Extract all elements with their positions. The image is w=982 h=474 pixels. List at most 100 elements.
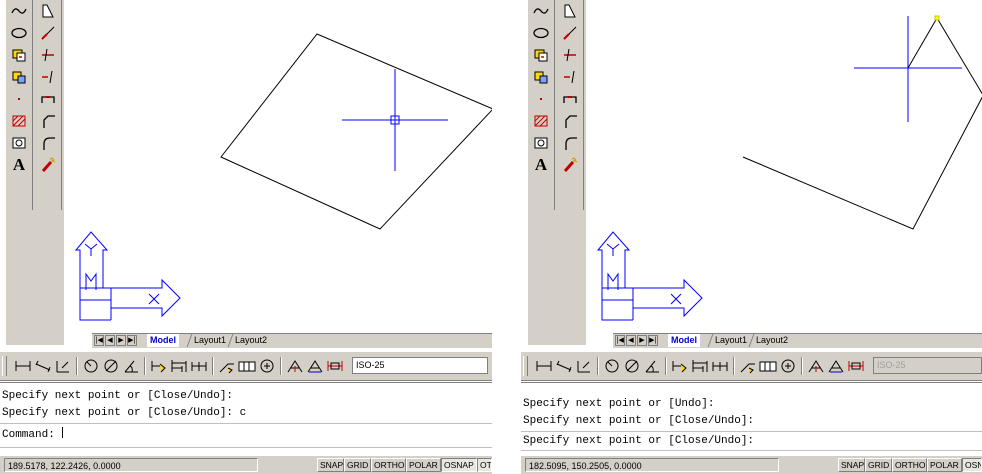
- toolbar-grip[interactable]: [2, 356, 7, 376]
- aligned-dim-icon[interactable]: [34, 358, 52, 374]
- diameter-dim-icon[interactable]: [623, 358, 641, 374]
- tolerance-icon[interactable]: [759, 358, 777, 374]
- tab-layout1[interactable]: Layout1: [707, 334, 750, 347]
- model-space-canvas[interactable]: Y: [64, 0, 492, 345]
- ellipse-icon[interactable]: [528, 22, 554, 44]
- multiline-text-icon[interactable]: A: [528, 154, 554, 176]
- angular-dim-icon[interactable]: [122, 358, 140, 374]
- spline-icon[interactable]: [528, 0, 554, 22]
- point-icon[interactable]: [6, 88, 32, 110]
- extend-icon[interactable]: [557, 66, 583, 88]
- aligned-dim-icon[interactable]: [555, 358, 573, 374]
- dim-edit-icon[interactable]: [286, 358, 304, 374]
- grid-toggle[interactable]: GRID: [865, 458, 892, 472]
- dim-style-select[interactable]: ISO-25: [873, 357, 982, 374]
- first-tab-button[interactable]: |◀: [615, 335, 625, 346]
- spline-icon[interactable]: [6, 0, 32, 22]
- polar-toggle[interactable]: POLAR: [406, 458, 441, 472]
- make-block-icon[interactable]: [6, 66, 32, 88]
- insert-block-icon[interactable]: [528, 44, 554, 66]
- center-mark-icon[interactable]: [258, 358, 276, 374]
- next-tab-button[interactable]: ▶: [637, 335, 647, 346]
- extend-icon[interactable]: [35, 66, 61, 88]
- fillet-icon[interactable]: [557, 132, 583, 154]
- continue-dim-icon[interactable]: [711, 358, 729, 374]
- stretch-icon[interactable]: [35, 0, 61, 22]
- baseline-dim-icon[interactable]: [170, 358, 188, 374]
- center-mark-icon[interactable]: [779, 358, 797, 374]
- radius-dim-icon[interactable]: [82, 358, 100, 374]
- quick-dim-icon[interactable]: [671, 358, 689, 374]
- scale-icon[interactable]: [557, 22, 583, 44]
- tab-model[interactable]: Model: [668, 334, 700, 347]
- multiline-text-icon[interactable]: A: [6, 154, 32, 176]
- dim-text-edit-icon[interactable]: [827, 358, 845, 374]
- region-icon[interactable]: [6, 132, 32, 154]
- radius-dim-icon[interactable]: [603, 358, 621, 374]
- dim-edit-icon[interactable]: [807, 358, 825, 374]
- break-icon[interactable]: [35, 88, 61, 110]
- chamfer-icon[interactable]: [35, 110, 61, 132]
- tab-layout2[interactable]: Layout2: [227, 334, 270, 347]
- insert-block-icon[interactable]: [6, 44, 32, 66]
- trim-icon[interactable]: [557, 44, 583, 66]
- tab-model[interactable]: Model: [147, 334, 179, 347]
- point-icon[interactable]: [528, 88, 554, 110]
- break-icon[interactable]: [557, 88, 583, 110]
- coordinate-display[interactable]: 189.5178, 122.2426, 0.0000: [4, 458, 258, 472]
- toolbar-grip[interactable]: [523, 356, 528, 376]
- baseline-dim-icon[interactable]: [691, 358, 709, 374]
- right-autocad-window: A |◀ ◀ ▶ ▶| Model Layout1 Layout2 ISO-25…: [521, 0, 982, 474]
- command-window[interactable]: Specify next point or [Undo]: Specify ne…: [521, 382, 982, 455]
- prev-tab-button[interactable]: ◀: [626, 335, 636, 346]
- continue-dim-icon[interactable]: [190, 358, 208, 374]
- ortho-toggle[interactable]: ORTHO: [892, 458, 927, 472]
- tolerance-icon[interactable]: [238, 358, 256, 374]
- last-tab-button[interactable]: ▶|: [648, 335, 658, 346]
- polar-toggle[interactable]: POLAR: [927, 458, 962, 472]
- command-window[interactable]: Specify next point or [Close/Undo]: Spec…: [0, 382, 492, 455]
- trim-icon[interactable]: [35, 44, 61, 66]
- grid-toggle[interactable]: GRID: [344, 458, 371, 472]
- fillet-icon[interactable]: [35, 132, 61, 154]
- ordinate-dim-icon[interactable]: [54, 358, 72, 374]
- osnap-toggle[interactable]: OSNAP: [441, 458, 477, 472]
- otrack-toggle[interactable]: OTR: [477, 458, 492, 472]
- ordinate-dim-icon[interactable]: [575, 358, 593, 374]
- leader-icon[interactable]: [218, 358, 236, 374]
- linear-dim-icon[interactable]: [14, 358, 32, 374]
- dim-update-icon[interactable]: [326, 358, 344, 374]
- diameter-dim-icon[interactable]: [102, 358, 120, 374]
- hatch-icon[interactable]: [528, 110, 554, 132]
- scale-icon[interactable]: [35, 22, 61, 44]
- leader-icon[interactable]: [739, 358, 757, 374]
- tab-layout2[interactable]: Layout2: [748, 334, 791, 347]
- model-space-canvas[interactable]: [586, 0, 982, 345]
- snap-toggle[interactable]: SNAP: [838, 458, 865, 472]
- tab-layout1[interactable]: Layout1: [186, 334, 229, 347]
- first-tab-button[interactable]: |◀: [94, 335, 104, 346]
- prev-tab-button[interactable]: ◀: [105, 335, 115, 346]
- explode-icon[interactable]: [557, 154, 583, 176]
- chamfer-icon[interactable]: [557, 110, 583, 132]
- explode-icon[interactable]: [35, 154, 61, 176]
- dim-style-select[interactable]: ISO-25: [352, 357, 488, 374]
- osnap-toggle[interactable]: OSNAP: [962, 458, 982, 472]
- stretch-icon[interactable]: [557, 0, 583, 22]
- angular-dim-icon[interactable]: [643, 358, 661, 374]
- quick-dim-icon[interactable]: [150, 358, 168, 374]
- last-tab-button[interactable]: ▶|: [127, 335, 137, 346]
- command-prompt[interactable]: Command:: [2, 427, 64, 442]
- hatch-icon[interactable]: [6, 110, 32, 132]
- snap-toggle[interactable]: SNAP: [317, 458, 344, 472]
- ortho-toggle[interactable]: ORTHO: [371, 458, 406, 472]
- make-block-icon[interactable]: [528, 66, 554, 88]
- ellipse-icon[interactable]: [6, 22, 32, 44]
- dim-text-edit-icon[interactable]: [306, 358, 324, 374]
- command-prompt[interactable]: Specify next point or [Close/Undo]:: [523, 434, 754, 448]
- region-icon[interactable]: [528, 132, 554, 154]
- coordinate-display[interactable]: 182.5095, 150.2505, 0.0000: [525, 458, 779, 472]
- dim-update-icon[interactable]: [847, 358, 865, 374]
- next-tab-button[interactable]: ▶: [116, 335, 126, 346]
- linear-dim-icon[interactable]: [535, 358, 553, 374]
